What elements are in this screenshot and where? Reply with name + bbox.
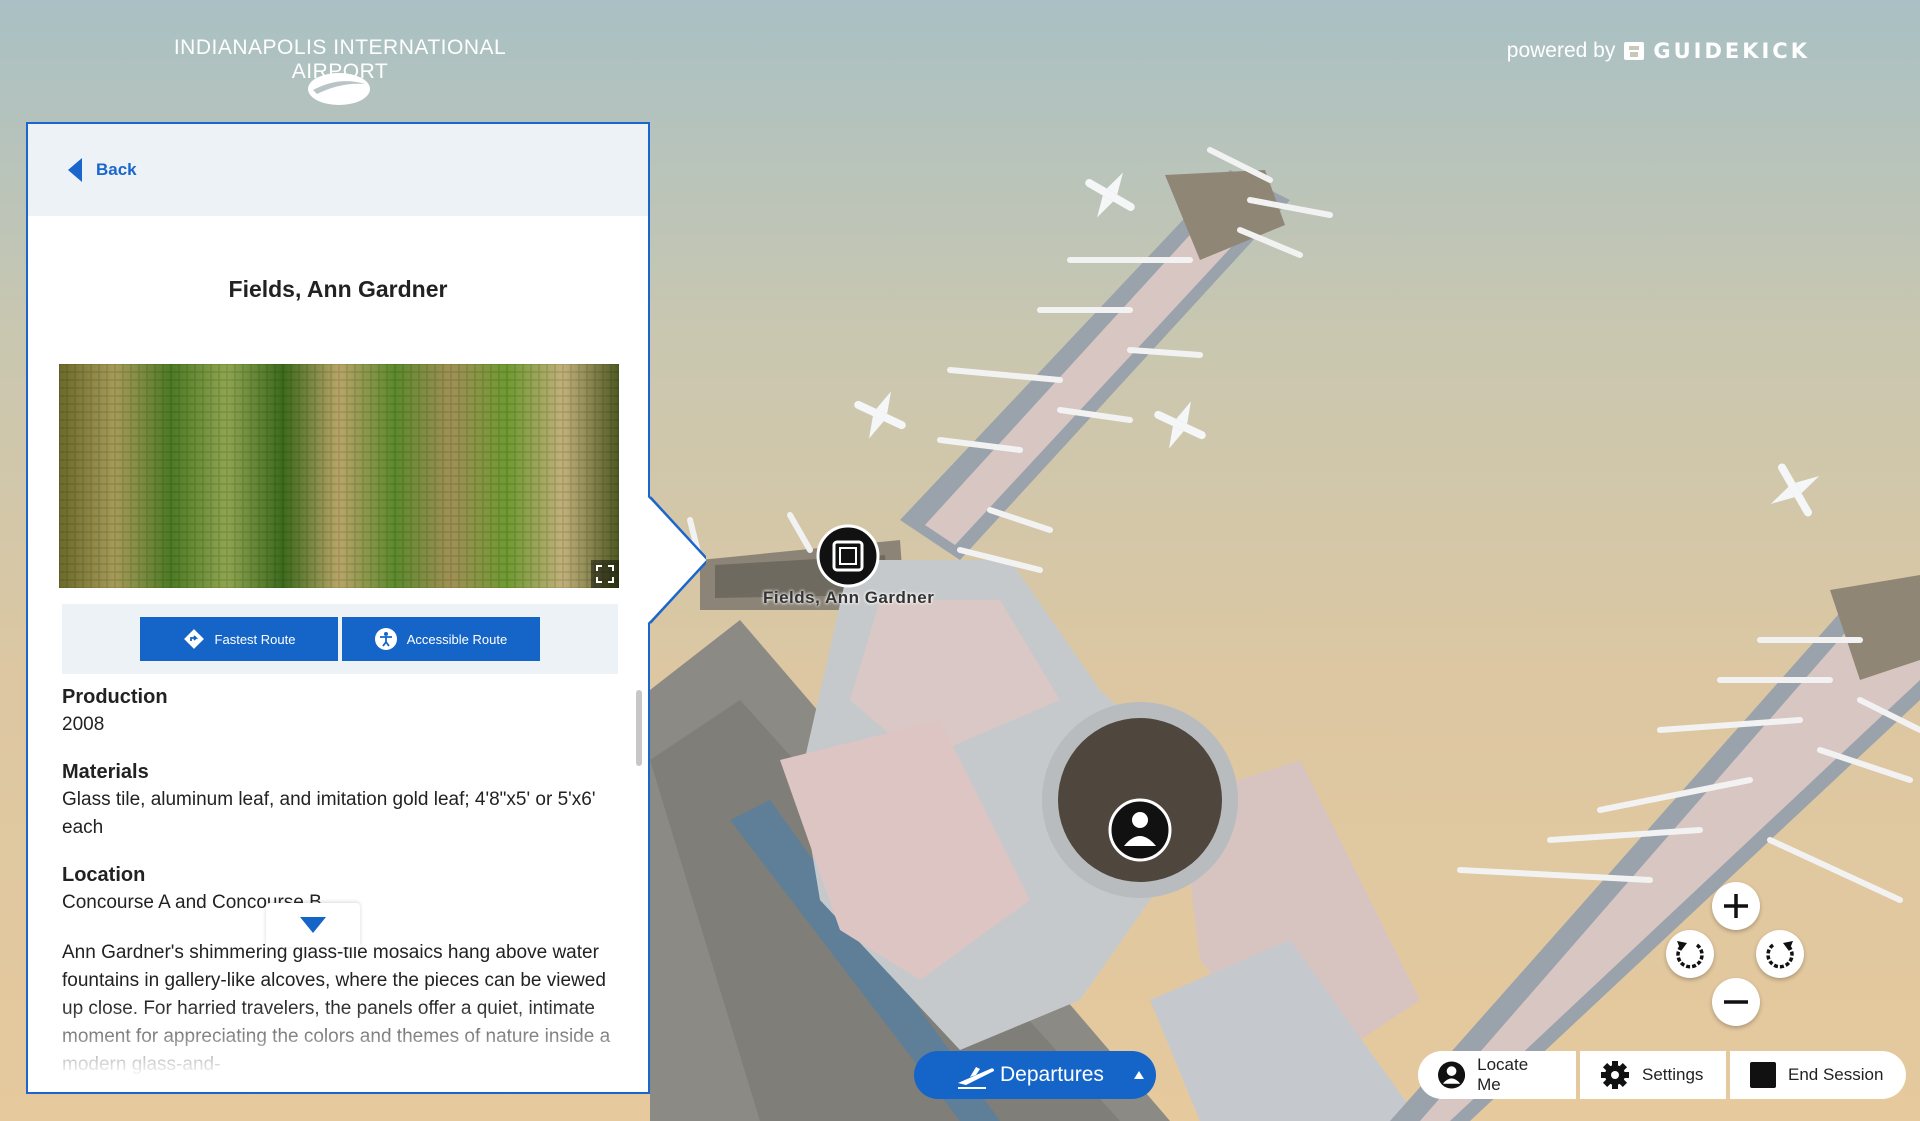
locate-me-label: Locate Me: [1477, 1055, 1529, 1094]
accessible-route-button[interactable]: Accessible Route: [342, 617, 540, 661]
caret-up-icon: [1134, 1071, 1144, 1079]
fastest-route-label: Fastest Route: [214, 631, 296, 647]
rotate-right-button[interactable]: [1756, 930, 1804, 978]
end-session-button[interactable]: End Session: [1730, 1051, 1906, 1099]
text-fade: [28, 1002, 628, 1092]
powered-by: powered by GUIDEKICK: [1507, 38, 1810, 64]
production-label: Production: [62, 686, 168, 708]
panel-pointer: [646, 495, 706, 625]
zoom-in-button[interactable]: [1712, 882, 1760, 930]
materials-label: Materials: [62, 761, 149, 783]
departures-button[interactable]: Departures: [914, 1051, 1156, 1099]
directions-icon: [183, 629, 204, 649]
concourse-b-floor: [1420, 610, 1920, 1121]
guidekick-logo-icon: [1624, 42, 1645, 60]
airport-logo-icon: [308, 73, 370, 105]
artwork-title: Fields, Ann Gardner: [228, 276, 448, 302]
plus-icon: [1724, 894, 1748, 918]
poi-marker[interactable]: [816, 524, 880, 588]
powered-by-label: powered by: [1506, 39, 1616, 62]
settings-label: Settings: [1642, 1065, 1704, 1084]
materials-value: Glass tile, aluminum leaf, and imitation…: [62, 789, 596, 838]
rotate-left-button[interactable]: [1666, 930, 1714, 978]
stop-icon: [1750, 1062, 1776, 1088]
fastest-route-button[interactable]: Fastest Route: [140, 617, 338, 661]
zoom-out-button[interactable]: [1712, 978, 1760, 1026]
settings-button[interactable]: Settings: [1580, 1051, 1726, 1099]
poi-detail-panel: Back Fields, Ann Gardner Fastest Route A…: [26, 122, 650, 1094]
panel-scrollbar[interactable]: [636, 690, 642, 766]
accessible-route-label: Accessible Route: [406, 631, 508, 647]
route-buttons: Fastest Route Accessible Route: [62, 604, 618, 674]
artwork-image[interactable]: [59, 364, 619, 588]
back-bar: Back: [28, 124, 648, 216]
chevron-down-icon: [300, 917, 326, 933]
back-label: Back: [96, 160, 137, 179]
back-button[interactable]: Back: [68, 158, 137, 182]
location-label: Location: [62, 864, 146, 886]
production-value: 2008: [62, 714, 105, 735]
user-location-icon: [1438, 1061, 1466, 1089]
departures-label: Departures: [1000, 1063, 1104, 1086]
expand-icon: [596, 565, 614, 583]
expand-image-button[interactable]: [591, 560, 619, 588]
user-location-marker[interactable]: [1108, 798, 1172, 862]
end-session-label: End Session: [1788, 1065, 1884, 1084]
scroll-down-button[interactable]: [266, 903, 360, 947]
gear-icon: [1601, 1061, 1629, 1089]
rotate-left-icon: [1676, 941, 1704, 969]
mosaic-graphic: [59, 364, 619, 588]
map-poi-label: Fields, Ann Gardner: [763, 588, 935, 607]
minus-icon: [1724, 1000, 1748, 1004]
bottom-toolbar: Locate Me Settings End Session: [1418, 1051, 1906, 1099]
locate-me-button[interactable]: Locate Me: [1418, 1051, 1576, 1099]
back-arrow-icon: [68, 158, 82, 182]
rotate-right-icon: [1766, 941, 1794, 969]
accessibility-icon: [374, 628, 397, 650]
guidekick-brand: GUIDEKICK: [1653, 39, 1810, 63]
plane-departure-icon: [958, 1067, 994, 1089]
